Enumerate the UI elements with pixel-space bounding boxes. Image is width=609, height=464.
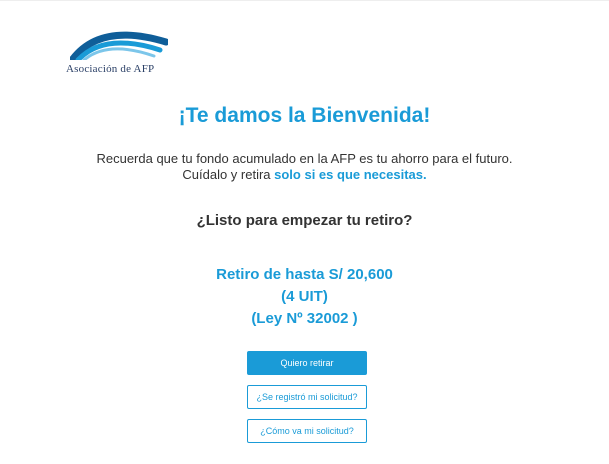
page-title: ¡Te damos la Bienvenida! bbox=[178, 104, 431, 127]
withdrawal-amount: Retiro de hasta S/ 20,600 (4 UIT) (Ley N… bbox=[0, 264, 609, 330]
request-status-button[interactable]: ¿Cómo va mi solicitud? bbox=[247, 419, 367, 443]
intro-line-2-emphasis: solo si es que necesitas. bbox=[274, 167, 427, 182]
intro-line-2: Cuídalo y retira solo si es que necesita… bbox=[0, 167, 609, 183]
logo: Asociación de AFP bbox=[60, 20, 180, 80]
withdraw-button[interactable]: Quiero retirar bbox=[247, 351, 367, 375]
withdrawal-limit: Retiro de hasta S/ 20,600 bbox=[216, 266, 393, 283]
withdrawal-uit: (4 UIT) bbox=[281, 288, 328, 305]
intro-text: Recuerda que tu fondo acumulado en la AF… bbox=[0, 151, 609, 183]
withdrawal-law: (Ley Nº 32002 ) bbox=[251, 310, 358, 327]
logo-text: Asociación de AFP bbox=[66, 63, 155, 75]
request-registered-button[interactable]: ¿Se registró mi solicitud? bbox=[247, 385, 367, 409]
intro-line-2-prefix: Cuídalo y retira bbox=[182, 167, 275, 182]
arcs-logo-icon bbox=[70, 31, 168, 60]
ready-question: ¿Listo para empezar tu retiro? bbox=[196, 212, 413, 229]
top-divider bbox=[0, 0, 609, 1]
intro-line-1: Recuerda que tu fondo acumulado en la AF… bbox=[96, 151, 513, 166]
